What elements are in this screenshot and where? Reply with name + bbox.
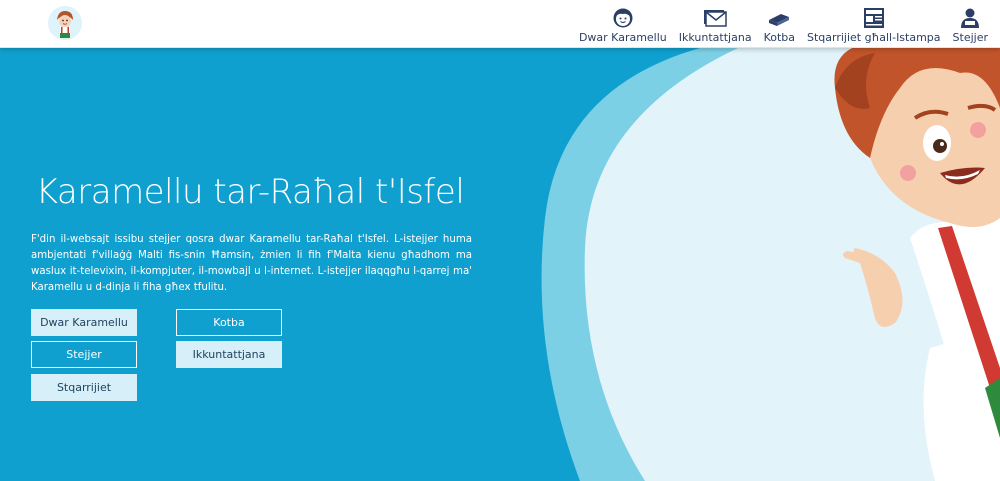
dwar-karamellu-button[interactable]: Dwar Karamellu (31, 309, 137, 336)
nav-ikkuntattjana[interactable]: Ikkuntattjana (673, 4, 758, 44)
storyteller-icon (961, 8, 980, 28)
kotba-button[interactable]: Kotba (176, 309, 282, 336)
mail-icon (704, 10, 727, 27)
nav-stqarrijiet[interactable]: Stqarrijiet għall-Istampa (801, 4, 947, 44)
nav-dwar-karamellu[interactable]: Dwar Karamellu (573, 4, 673, 44)
face-icon (613, 8, 633, 28)
hero-title: Karamellu tar-Raħal t'Isfel (35, 172, 465, 212)
nav-label: Kotba (763, 31, 795, 44)
hero-description: F'din il-websajt issibu stejjer qosra dw… (31, 234, 472, 293)
nav-label: Ikkuntattjana (678, 31, 752, 44)
book-icon (769, 14, 790, 26)
nav-kotba[interactable]: Kotba (758, 4, 801, 44)
hero-section: Karamellu tar-Raħal t'Isfel F'din il-web… (0, 48, 1000, 481)
logo-boy-icon (48, 6, 82, 40)
nav-label: Dwar Karamellu (578, 31, 667, 44)
karamellu-logo[interactable] (48, 6, 82, 40)
stqarrijiet-button[interactable]: Stqarrijiet (31, 374, 137, 401)
nav-label: Stejjer (952, 31, 988, 44)
main-nav: Dwar Karamellu Ikkuntattjana Kotba Stqar… (573, 4, 994, 44)
top-navbar: Dwar Karamellu Ikkuntattjana Kotba Stqar… (0, 0, 1000, 48)
stejjer-button[interactable]: Stejjer (31, 341, 137, 368)
nav-label: Stqarrijiet għall-Istampa (807, 31, 941, 44)
ikkuntattjana-button[interactable]: Ikkuntattjana (176, 341, 282, 368)
nav-stejjer[interactable]: Stejjer (947, 4, 994, 44)
newspaper-icon (863, 8, 884, 28)
